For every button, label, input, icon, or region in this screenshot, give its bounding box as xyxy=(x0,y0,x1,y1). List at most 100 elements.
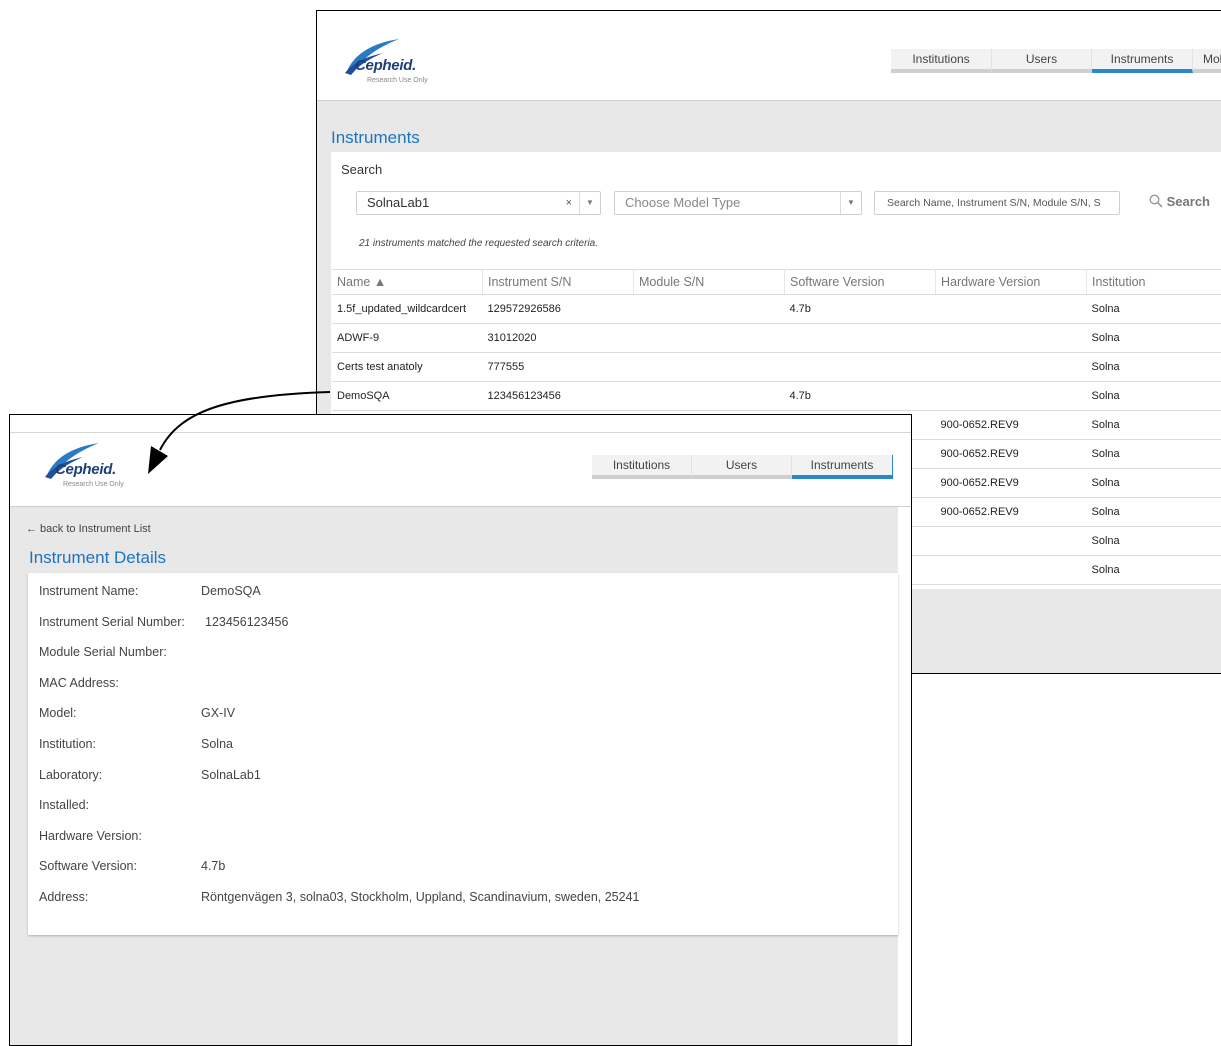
table-row[interactable]: Certs test anatoly777555 Solna xyxy=(332,353,1221,382)
page-title: Instruments xyxy=(331,128,420,148)
cepheid-logo: Cepheid. Research Use Only xyxy=(43,443,153,493)
detail-row: Hardware Version: xyxy=(39,829,142,843)
detail-row: Institution:Solna xyxy=(39,737,96,751)
column-header-software-version[interactable]: Software Version xyxy=(785,270,936,295)
detail-value: 4.7b xyxy=(201,859,225,873)
cell-instrument-sn: 129572926586 xyxy=(483,295,634,324)
top-nav-tabs: Institutions Users Instruments xyxy=(592,455,893,479)
cell-instrument-sn: 777555 xyxy=(483,353,634,382)
detail-label: Instrument Serial Number: xyxy=(39,615,185,629)
search-button[interactable]: Search xyxy=(1149,194,1210,209)
detail-row: Installed: xyxy=(39,798,89,812)
tab-institutions[interactable]: Institutions xyxy=(592,455,692,479)
column-header-instrument-sn[interactable]: Instrument S/N xyxy=(483,270,634,295)
chevron-down-icon[interactable]: ▼ xyxy=(840,192,861,214)
cell-institution: Solna xyxy=(1087,556,1221,585)
cell-institution: Solna xyxy=(1087,295,1221,324)
cell-institution: Solna xyxy=(1087,353,1221,382)
detail-row: Instrument Serial Number:123456123456 xyxy=(39,615,185,629)
cell-hardware-version xyxy=(936,556,1087,585)
header: Cepheid. Research Use Only Institutions … xyxy=(10,433,911,507)
cell-software-version xyxy=(785,353,936,382)
cell-name: Certs test anatoly xyxy=(332,353,483,382)
detail-label: Laboratory: xyxy=(39,768,102,782)
column-header-name[interactable]: Name ▲ xyxy=(332,270,483,295)
header: Cepheid. Research Use Only Institutions … xyxy=(317,11,1221,101)
brand-name: Cepheid. xyxy=(55,461,116,478)
column-header-hardware-version[interactable]: Hardware Version xyxy=(936,270,1087,295)
detail-row: Laboratory:SolnaLab1 xyxy=(39,768,102,782)
clear-icon[interactable]: × xyxy=(566,192,572,214)
cell-institution: Solna xyxy=(1087,324,1221,353)
cell-name: ADWF-9 xyxy=(332,324,483,353)
cell-institution: Solna xyxy=(1087,498,1221,527)
tab-institutions[interactable]: Institutions xyxy=(891,49,992,73)
search-icon xyxy=(1149,194,1163,208)
table-row[interactable]: ADWF-931012020 Solna xyxy=(332,324,1221,353)
table-header-row: Name ▲ Instrument S/N Module S/N Softwar… xyxy=(332,270,1221,295)
detail-label: Institution: xyxy=(39,737,96,751)
table-row[interactable]: DemoSQA1234561234564.7bSolna xyxy=(332,382,1221,411)
cell-software-version xyxy=(785,324,936,353)
cell-module-sn xyxy=(634,353,785,382)
detail-row: Address:Röntgenvägen 3, solna03, Stockho… xyxy=(39,890,88,904)
cell-hardware-version xyxy=(936,324,1087,353)
cell-hardware-version xyxy=(936,527,1087,556)
top-nav-tabs: Institutions Users Instruments Mol xyxy=(891,49,1221,73)
instrument-details-window: Cepheid. Research Use Only Institutions … xyxy=(9,414,912,1046)
detail-value: SolnaLab1 xyxy=(201,768,261,782)
laboratory-select[interactable]: SolnaLab1 × ▼ xyxy=(356,191,601,215)
detail-label: Installed: xyxy=(39,798,89,812)
detail-row: Software Version:4.7b xyxy=(39,859,137,873)
search-button-label: Search xyxy=(1167,194,1210,209)
page-title: Instrument Details xyxy=(29,548,166,568)
back-to-list-link[interactable]: ← back to Instrument List xyxy=(26,523,151,535)
detail-value: Röntgenvägen 3, solna03, Stockholm, Uppl… xyxy=(201,890,639,904)
detail-row: Module Serial Number: xyxy=(39,645,167,659)
research-use-only-label: Research Use Only xyxy=(63,481,124,488)
cell-name: 1.5f_updated_wildcardcert xyxy=(332,295,483,324)
cell-institution: Solna xyxy=(1087,469,1221,498)
column-header-module-sn[interactable]: Module S/N xyxy=(634,270,785,295)
cell-software-version: 4.7b xyxy=(785,382,936,411)
cell-institution: Solna xyxy=(1087,411,1221,440)
table-row[interactable]: 1.5f_updated_wildcardcert1295729265864.7… xyxy=(332,295,1221,324)
cell-hardware-version: 900-0652.REV9 xyxy=(936,498,1087,527)
chevron-down-icon[interactable]: ▼ xyxy=(579,192,600,214)
cell-module-sn xyxy=(634,324,785,353)
results-count-text: 21 instruments matched the requested sea… xyxy=(359,238,598,249)
detail-row: MAC Address: xyxy=(39,676,119,690)
cell-hardware-version xyxy=(936,382,1087,411)
laboratory-select-value: SolnaLab1 xyxy=(367,195,429,210)
tab-instruments[interactable]: Instruments xyxy=(792,455,893,479)
instrument-details-panel: Instrument Name:DemoSQAInstrument Serial… xyxy=(28,573,898,935)
tab-instruments[interactable]: Instruments xyxy=(1092,49,1193,73)
column-header-institution[interactable]: Institution xyxy=(1087,270,1221,295)
tab-users[interactable]: Users xyxy=(692,455,792,479)
detail-value: GX-IV xyxy=(201,706,235,720)
detail-label: Hardware Version: xyxy=(39,829,142,843)
research-use-only-label: Research Use Only xyxy=(367,77,428,84)
cell-hardware-version xyxy=(936,353,1087,382)
cell-instrument-sn: 31012020 xyxy=(483,324,634,353)
cell-module-sn xyxy=(634,295,785,324)
detail-row: Model:GX-IV xyxy=(39,706,77,720)
detail-label: Model: xyxy=(39,706,77,720)
detail-value: DemoSQA xyxy=(201,584,261,598)
cell-institution: Solna xyxy=(1087,382,1221,411)
model-type-select[interactable]: Choose Model Type ▼ xyxy=(614,191,862,215)
cell-hardware-version xyxy=(936,295,1087,324)
tab-modules[interactable]: Mol xyxy=(1193,49,1221,73)
model-type-placeholder: Choose Model Type xyxy=(625,195,740,210)
cell-hardware-version: 900-0652.REV9 xyxy=(936,440,1087,469)
cell-module-sn xyxy=(634,382,785,411)
detail-value: Solna xyxy=(201,737,233,751)
detail-label: Module Serial Number: xyxy=(39,645,167,659)
cell-hardware-version: 900-0652.REV9 xyxy=(936,411,1087,440)
detail-label: Instrument Name: xyxy=(39,584,138,598)
detail-row: Instrument Name:DemoSQA xyxy=(39,584,138,598)
detail-value: 123456123456 xyxy=(205,615,288,629)
search-input[interactable]: Search Name, Instrument S/N, Module S/N,… xyxy=(874,191,1120,215)
tab-users[interactable]: Users xyxy=(992,49,1092,73)
cell-hardware-version: 900-0652.REV9 xyxy=(936,469,1087,498)
